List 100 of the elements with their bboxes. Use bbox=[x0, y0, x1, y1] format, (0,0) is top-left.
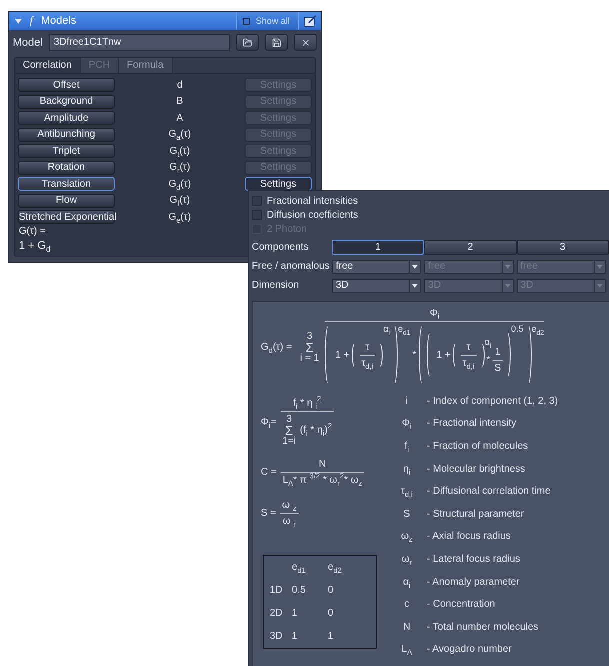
result-label: G(τ) = bbox=[19, 226, 46, 237]
legend-text: - Fraction of molecules bbox=[427, 440, 530, 452]
formula-exponent: e$_{d1}$ bbox=[398, 324, 411, 334]
legend-text: - Diffusional correlation time bbox=[427, 486, 552, 498]
tab[interactable]: Correlation bbox=[15, 58, 81, 73]
term-symbol: G$_{f}$(τ) bbox=[170, 195, 190, 206]
term-button[interactable]: Flow bbox=[18, 194, 115, 208]
components-label: Components bbox=[252, 242, 310, 253]
term-button[interactable]: Offset bbox=[18, 78, 115, 92]
window-title: Models bbox=[41, 15, 77, 27]
formula-term: (f$_{i}$ * η$_{i}$)$^{2}$ bbox=[299, 425, 334, 436]
component-tab[interactable]: 1 bbox=[332, 240, 424, 255]
formula-exponent: 0.5 bbox=[511, 324, 524, 334]
dropdown[interactable]: 3D bbox=[332, 278, 422, 292]
formula-term: G$_{d}$(τ) = bbox=[260, 342, 294, 352]
table-cell-text: 1 bbox=[292, 608, 299, 619]
component-tab[interactable]: 3 bbox=[516, 240, 609, 255]
legend-text: - Total number molecules bbox=[427, 622, 540, 633]
legend-symbol: ω$_{z}$ bbox=[401, 531, 413, 542]
dropdown[interactable]: free bbox=[332, 260, 422, 274]
formula-exponent: α$_{i}$ bbox=[383, 324, 390, 334]
legend-symbol: L$_{A}$ bbox=[402, 644, 412, 656]
legend-text: - Index of component (1, 2, 3) bbox=[427, 396, 560, 407]
folder-icon bbox=[242, 38, 252, 48]
table-header: e$_{d1}$ bbox=[292, 562, 307, 573]
table-cell-text: 3D bbox=[270, 631, 284, 642]
formula-term: τ bbox=[466, 342, 472, 352]
formula-exponent: α$_{i}$ bbox=[484, 336, 492, 346]
settings-button[interactable]: Settings bbox=[245, 177, 312, 191]
close-button[interactable] bbox=[294, 34, 317, 51]
term-symbol: B bbox=[176, 96, 184, 107]
save-icon bbox=[272, 38, 282, 48]
formula-term: S = bbox=[260, 508, 278, 519]
legend-symbol: α$_{i}$ bbox=[403, 576, 411, 588]
legend-symbol: c bbox=[404, 599, 410, 610]
legend-symbol: η$_{i}$ bbox=[403, 464, 411, 475]
table-cell-text: 2D bbox=[270, 608, 284, 619]
formula-term: τ bbox=[364, 342, 370, 352]
table-cell-text: 1D bbox=[270, 585, 284, 596]
sum-limit: 3 bbox=[286, 414, 294, 425]
formula-term: 1 + bbox=[334, 350, 351, 360]
term-button[interactable]: Stretched Exponential bbox=[18, 210, 115, 224]
legend-text: - Molecular brightness bbox=[427, 464, 526, 475]
formula-term: Φ$_{i}$= bbox=[260, 417, 278, 428]
term-button[interactable]: Rotation bbox=[18, 160, 115, 174]
legend-symbol: S bbox=[404, 508, 410, 520]
result-expression: 1 + G$_{d}$ bbox=[19, 240, 51, 252]
dropdown-arrow-icon bbox=[504, 284, 511, 288]
term-button[interactable]: Background bbox=[18, 94, 115, 108]
open-button[interactable] bbox=[236, 34, 259, 51]
legend-symbol: ω$_{r}$ bbox=[402, 554, 412, 565]
legend-symbol: N bbox=[403, 622, 411, 633]
formula-term: C = bbox=[260, 467, 278, 478]
formula-term: * bbox=[486, 354, 492, 366]
legend-text: - Anomaly parameter bbox=[427, 576, 521, 588]
formula-term: N bbox=[318, 459, 328, 470]
legend-symbol: τ$_{d,i}$ bbox=[401, 486, 413, 498]
legend-text: - Lateral focus radius bbox=[427, 554, 522, 565]
edit-icon[interactable] bbox=[304, 15, 316, 27]
model-label: Model bbox=[13, 36, 43, 48]
formula-exponent: e$_{d2}$ bbox=[532, 324, 544, 334]
row-label: Free / anomalous bbox=[252, 261, 331, 272]
table-cell-text: 0 bbox=[328, 585, 335, 596]
formula-term: ω $_{z}$ bbox=[281, 500, 298, 511]
term-button[interactable]: Triplet bbox=[18, 144, 115, 158]
model-field[interactable]: 3Dfree1C1Tnw bbox=[48, 34, 230, 51]
legend-text: - Structural parameter bbox=[427, 508, 526, 520]
close-icon bbox=[300, 38, 310, 48]
formula-term: ω $_{r}$ bbox=[282, 516, 298, 527]
formula-term: τ$_{d,i}$ bbox=[462, 358, 476, 368]
collapse-icon[interactable] bbox=[15, 18, 22, 24]
formula-term: Φ$_{i}$ bbox=[428, 308, 441, 319]
save-button[interactable] bbox=[265, 34, 288, 51]
legend-text: - Avogadro number bbox=[427, 644, 513, 656]
formula-operator: * bbox=[412, 350, 418, 360]
formula-term: L$_{A}$* π $^{3/2}$ * ω$_{r}$$^{2}$* ω$_{z}$ bbox=[282, 475, 364, 486]
legend-text: - Fractional intensity bbox=[427, 418, 518, 430]
term-symbol: G$_{d}$(τ) bbox=[168, 178, 192, 190]
dropdown-arrow-icon bbox=[412, 264, 418, 268]
term-button[interactable]: Antibunching bbox=[18, 128, 115, 142]
legend-text: - Axial focus radius bbox=[427, 531, 512, 542]
term-symbol: G$_{a}$(τ) bbox=[168, 129, 192, 140]
dropdown-arrow-icon bbox=[597, 264, 603, 268]
term-symbol: A bbox=[176, 112, 184, 124]
tab[interactable]: Formula bbox=[119, 58, 173, 73]
sum-sign: Σ bbox=[304, 342, 314, 352]
formula-term: S bbox=[494, 362, 502, 374]
table-cell-text: 0.5 bbox=[292, 585, 307, 596]
table-cell-text: 1 bbox=[292, 631, 299, 642]
checkbox[interactable] bbox=[252, 210, 262, 220]
term-button[interactable]: Translation bbox=[18, 177, 115, 191]
checkbox-label: Fractional intensities bbox=[267, 196, 358, 206]
component-tab[interactable]: 2 bbox=[424, 240, 517, 255]
term-button[interactable]: Amplitude bbox=[18, 111, 115, 125]
dropdown-arrow-icon bbox=[412, 284, 418, 288]
term-symbol: G$_{r}$(τ) bbox=[170, 162, 190, 173]
table-cell-text: 1 bbox=[328, 631, 335, 642]
sum-limit: i = 1 bbox=[299, 352, 320, 364]
checkbox[interactable] bbox=[252, 196, 262, 206]
sum-sign: Σ bbox=[285, 425, 294, 436]
